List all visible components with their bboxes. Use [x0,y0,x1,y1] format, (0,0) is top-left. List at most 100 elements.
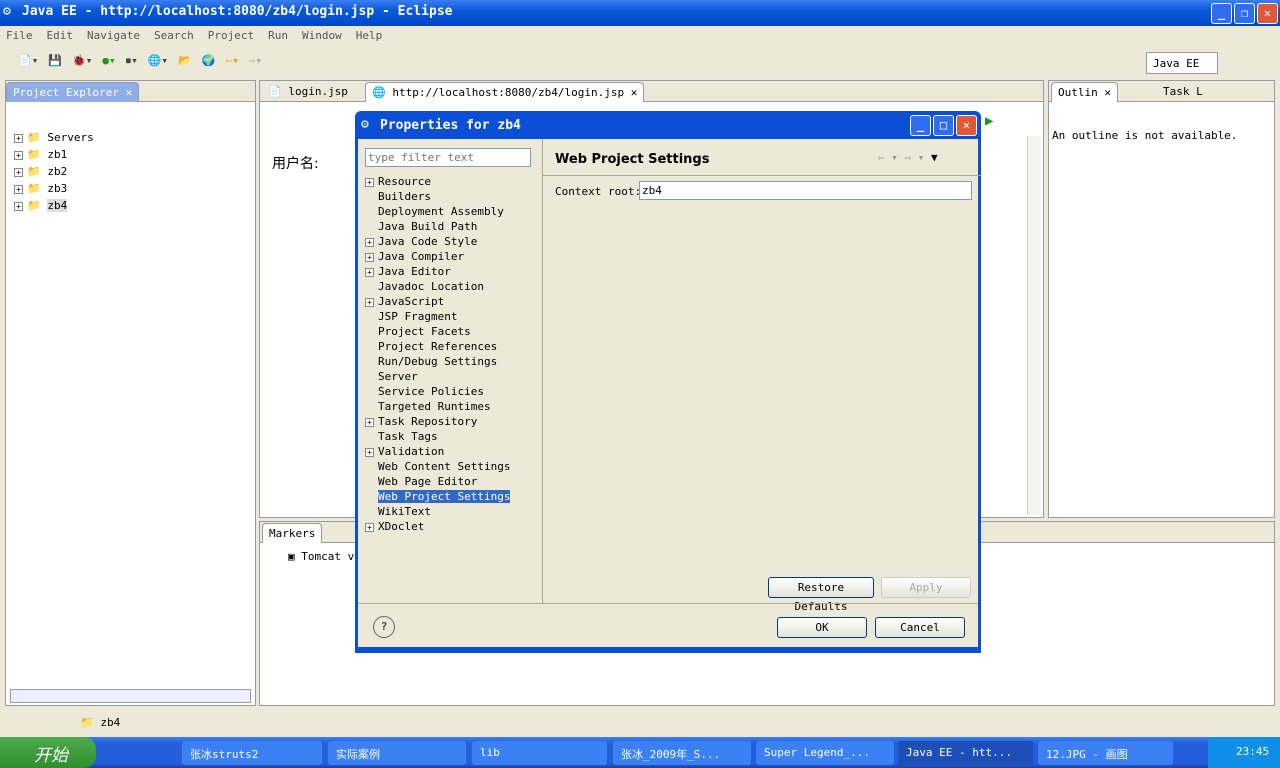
property-item[interactable]: +JSP Fragment [365,308,541,323]
tree-item-zb3[interactable]: + 📁 zb3 [14,180,94,197]
menu-file[interactable]: File [6,29,33,43]
cancel-button[interactable]: Cancel [875,617,965,638]
property-item[interactable]: + Java Compiler [365,248,541,263]
horizontal-scrollbar[interactable] [10,689,251,703]
clock: 23:45 [1208,737,1280,768]
dialog-minimize-button[interactable]: _ [910,115,931,136]
taskbar: 开始 张冰struts2 实际案例 lib 张冰_2009年_S... Supe… [0,737,1280,768]
maximize-button[interactable]: ❐ [1234,3,1255,24]
web-browser-icon[interactable]: 🌍 [202,54,216,70]
property-item[interactable]: +Web Page Editor [365,473,541,488]
dialog-title: Properties for zb4 [380,118,521,133]
property-item[interactable]: +Deployment Assembly [365,203,541,218]
title-bar: ⚙ Java EE - http://localhost:8080/zb4/lo… [0,0,1280,26]
property-item[interactable]: +Web Project Settings [365,488,541,503]
page-title: Web Project Settings [555,152,710,167]
open-folder-icon[interactable]: 📂 [178,54,192,70]
username-label: 用户名: [272,156,319,172]
project-tree: + 📁 Servers + 📁 zb1 + 📁 zb2 + 📁 zb3 + 📁 zb4 [14,129,94,214]
property-item[interactable]: +Server [365,368,541,383]
property-item[interactable]: +Project References [365,338,541,353]
close-button[interactable]: ✕ [1257,3,1278,24]
debug-icon[interactable]: 🐞▾ [72,54,92,70]
property-item[interactable]: + Java Editor [365,263,541,278]
property-item[interactable]: + Java Code Style [365,233,541,248]
external-tools-icon[interactable]: ⏹▾ [126,54,138,70]
menu-help[interactable]: Help [356,29,383,43]
properties-dialog: ⚙ Properties for zb4 _ □ ✕ +Resource+Bui… [355,111,981,653]
property-item[interactable]: + Resource [365,173,541,188]
main-toolbar: 📄▾ 💾 🐞▾ ●▾ ⏹▾ 🌐▾ 📂 🌍 ⇦▾ ⇨▾ [0,48,1280,76]
property-item[interactable]: +Web Content Settings [365,458,541,473]
back-icon[interactable]: ⇦▾ [225,54,238,70]
property-item[interactable]: +WikiText [365,503,541,518]
filter-input[interactable] [365,148,531,167]
context-root-label: Context root: [555,185,642,198]
history-nav[interactable]: ⇦ ▾ ⇨ ▾ ▼ [878,151,938,164]
tree-item-zb1[interactable]: + 📁 zb1 [14,146,94,163]
status-selection: 📁 zb4 [80,716,121,729]
menu-search[interactable]: Search [154,29,194,43]
tab-login-jsp[interactable]: 📄 login.jsp [262,82,354,102]
server-item[interactable]: ▣ Tomcat v6 [288,550,361,563]
eclipse-icon: ⚙ [361,117,369,132]
start-button[interactable]: 开始 [0,737,96,768]
tree-item-zb4[interactable]: + 📁 zb4 [14,197,94,214]
menu-edit[interactable]: Edit [47,29,74,43]
perspective-java-ee[interactable]: Java EE [1146,52,1218,74]
forward-icon[interactable]: ⇨▾ [249,54,262,70]
apply-button[interactable]: Apply [881,577,971,598]
save-icon[interactable]: 💾 [48,54,62,70]
property-item[interactable]: +Project Facets [365,323,541,338]
task-5[interactable]: Java EE - htt... [898,741,1033,765]
outline-message: An outline is not available. [1052,129,1238,142]
task-6[interactable]: 12.JPG - 画图 [1038,741,1173,765]
tab-project-explorer[interactable]: Project Explorer ✕ [6,82,140,102]
context-root-input[interactable] [639,181,972,200]
task-0[interactable]: 张冰struts2 [182,741,322,765]
tree-item-servers[interactable]: + 📁 Servers [14,129,94,146]
task-4[interactable]: Super Legend_... [756,741,894,765]
outline-panel: Outlin ✕ Task L An outline is not availa… [1048,80,1275,518]
property-item[interactable]: + XDoclet [365,518,541,533]
dialog-close-button[interactable]: ✕ [956,115,977,136]
property-tree: +Resource+Builders+Deployment Assembly+J… [365,173,541,603]
menu-run[interactable]: Run [268,29,288,43]
ok-button[interactable]: OK [777,617,867,638]
property-item[interactable]: + JavaScript [365,293,541,308]
tab-browser[interactable]: 🌐 http://localhost:8080/zb4/login.jsp ✕ [365,82,645,102]
go-icon[interactable]: ▶ [985,113,993,129]
task-3[interactable]: 张冰_2009年_S... [613,741,751,765]
task-1[interactable]: 实际案例 [328,741,466,765]
property-item[interactable]: +Task Tags [365,428,541,443]
tab-outline[interactable]: Outlin ✕ [1051,82,1118,102]
property-item[interactable]: + Task Repository [365,413,541,428]
minimize-button[interactable]: _ [1211,3,1232,24]
help-icon[interactable]: ? [373,616,395,638]
tab-task-list[interactable]: Task L [1157,82,1209,102]
new-server-icon[interactable]: 🌐▾ [148,54,168,70]
menu-navigate[interactable]: Navigate [87,29,140,43]
property-item[interactable]: + Validation [365,443,541,458]
vertical-scrollbar[interactable] [1027,136,1041,515]
property-item[interactable]: +Builders [365,188,541,203]
property-item[interactable]: +Javadoc Location [365,278,541,293]
menu-bar: File Edit Navigate Search Project Run Wi… [0,27,1280,45]
menu-project[interactable]: Project [208,29,254,43]
new-icon[interactable]: 📄▾ [18,54,38,70]
eclipse-icon: ⚙ [3,4,11,19]
property-item[interactable]: +Targeted Runtimes [365,398,541,413]
dialog-maximize-button[interactable]: □ [933,115,954,136]
project-explorer-panel: Project Explorer ✕ + 📁 Servers + 📁 zb1 + 📁 … [5,80,256,706]
tree-item-zb2[interactable]: + 📁 zb2 [14,163,94,180]
perspective-label: Java EE [1153,57,1200,70]
window-title: Java EE - http://localhost:8080/zb4/logi… [22,4,453,19]
task-2[interactable]: lib [472,741,607,765]
restore-defaults-button[interactable]: Restore Defaults [768,577,874,613]
property-item[interactable]: +Java Build Path [365,218,541,233]
menu-window[interactable]: Window [302,29,342,43]
property-item[interactable]: +Service Policies [365,383,541,398]
run-icon[interactable]: ●▾ [102,54,115,70]
tab-markers[interactable]: Markers [262,523,323,543]
property-item[interactable]: +Run/Debug Settings [365,353,541,368]
